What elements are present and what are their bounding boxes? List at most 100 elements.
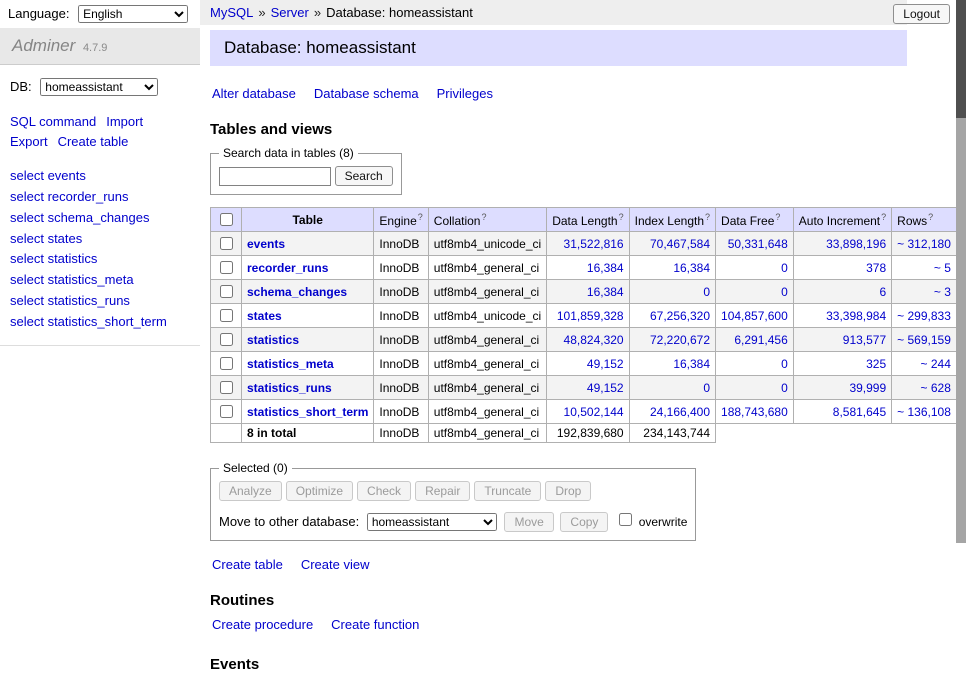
link-create-function[interactable]: Create function [331,617,419,632]
collation-cell: utf8mb4_general_ci [428,352,546,376]
row-select-cell [211,280,242,304]
bulk-truncate-button[interactable]: Truncate [474,481,541,501]
overwrite-label[interactable]: overwrite [639,515,688,529]
auto-increment-cell: 8,581,645 [793,400,891,424]
move-row: Move to other database: homeassistant Mo… [219,510,687,532]
breadcrumb-link-server[interactable]: Server [271,5,309,20]
table-link-statistics-short-term[interactable]: statistics_short_term [247,405,368,419]
auto-increment-cell: 39,999 [793,376,891,400]
column-header-rows: Rows? [892,208,957,232]
auto-increment-cell: 6 [793,280,891,304]
row-checkbox[interactable] [220,381,233,394]
sidebar-select-statistics-short-term[interactable]: select statistics_short_term [10,314,167,329]
table-link-schema-changes[interactable]: schema_changes [247,285,347,299]
table-link-states[interactable]: states [247,309,282,323]
collation-cell: utf8mb4_general_ci [428,328,546,352]
sidebar-select-states[interactable]: select states [10,231,82,246]
sidebar-select-events[interactable]: select events [10,168,86,183]
table-link-events[interactable]: events [247,237,285,251]
copy-button[interactable]: Copy [560,512,608,532]
collation-cell: utf8mb4_general_ci [428,280,546,304]
bulk-drop-button[interactable]: Drop [545,481,591,501]
search-fieldset: Search data in tables (8) Search [210,146,402,195]
data-free-cell: 6,291,456 [716,328,794,352]
bulk-optimize-button[interactable]: Optimize [286,481,353,501]
row-select-cell [211,376,242,400]
index-length-cell: 72,220,672 [629,328,715,352]
table-name-cell: statistics_runs [242,376,374,400]
language-label: Language: [8,6,69,21]
row-checkbox[interactable] [220,405,233,418]
logout-button[interactable]: Logout [893,4,950,24]
row-select-cell [211,328,242,352]
bulk-repair-button[interactable]: Repair [415,481,470,501]
link-create-procedure[interactable]: Create procedure [212,617,313,632]
help-icon[interactable]: ? [881,212,886,222]
data-length-cell: 16,384 [547,256,629,280]
sidebar-select-recorder-runs[interactable]: select recorder_runs [10,189,129,204]
row-select-cell [211,232,242,256]
row-checkbox[interactable] [220,309,233,322]
help-icon[interactable]: ? [619,212,624,222]
column-header-engine: Engine? [374,208,428,232]
column-header-table: Table [242,208,374,232]
index-length-cell: 67,256,320 [629,304,715,328]
bulk-check-button[interactable]: Check [357,481,411,501]
column-header-data-free: Data Free? [716,208,794,232]
tables-table: TableEngine?Collation?Data Length?Index … [210,207,966,443]
overwrite-checkbox[interactable] [619,513,632,526]
help-icon[interactable]: ? [775,212,780,222]
table-link-statistics[interactable]: statistics [247,333,299,347]
search-input[interactable] [219,167,331,186]
page-title: Database: homeassistant [210,30,907,66]
help-icon[interactable]: ? [481,212,486,222]
table-total-row: 8 in totalInnoDButf8mb4_general_ci192,83… [211,424,966,443]
db-select[interactable]: homeassistant [40,78,158,96]
link-privileges[interactable]: Privileges [437,86,493,101]
sidebar-tables: select events select recorder_runsselect … [0,154,200,345]
help-icon[interactable]: ? [705,212,710,222]
index-length-cell: 24,166,400 [629,400,715,424]
bulk-analyze-button[interactable]: Analyze [219,481,282,501]
total-collation-cell: utf8mb4_general_ci [428,424,546,443]
sidebar-action-create-table[interactable]: Create table [58,134,129,149]
row-checkbox[interactable] [220,285,233,298]
sidebar-select-statistics-runs[interactable]: select statistics_runs [10,293,130,308]
search-button[interactable]: Search [335,166,393,186]
language-select[interactable]: English [78,5,188,23]
scrollbar-thumb[interactable] [956,0,966,118]
selected-legend: Selected (0) [219,461,292,475]
link-create-view[interactable]: Create view [301,557,370,572]
table-link-statistics-runs[interactable]: statistics_runs [247,381,332,395]
sidebar-action-import[interactable]: Import [106,114,143,129]
sidebar-action-export[interactable]: Export [10,134,48,149]
link-database-schema[interactable]: Database schema [314,86,419,101]
row-checkbox[interactable] [220,357,233,370]
row-checkbox[interactable] [220,237,233,250]
auto-increment-cell: 33,398,984 [793,304,891,328]
move-db-select[interactable]: homeassistant [367,513,497,531]
data-length-cell: 49,152 [547,352,629,376]
total-engine-cell: InnoDB [374,424,428,443]
auto-increment-cell: 33,898,196 [793,232,891,256]
help-icon[interactable]: ? [418,212,423,222]
help-icon[interactable]: ? [928,212,933,222]
link-alter-database[interactable]: Alter database [212,86,296,101]
row-checkbox[interactable] [220,333,233,346]
sidebar-action-sql-command[interactable]: SQL command [10,114,96,129]
sidebar-select-schema-changes[interactable]: select schema_changes [10,210,149,225]
row-checkbox[interactable] [220,261,233,274]
sidebar-select-statistics[interactable]: select statistics [10,251,97,266]
breadcrumb-link-mysql[interactable]: MySQL [210,5,253,20]
table-link-recorder-runs[interactable]: recorder_runs [247,261,328,275]
adminer-logo[interactable]: Adminer [12,36,75,55]
move-button[interactable]: Move [504,512,553,532]
link-create-table[interactable]: Create table [212,557,283,572]
sidebar-select-statistics-meta[interactable]: select statistics_meta [10,272,134,287]
engine-cell: InnoDB [374,376,428,400]
select-all-checkbox[interactable] [220,213,233,226]
scrollbar[interactable] [956,0,966,543]
collation-cell: utf8mb4_general_ci [428,376,546,400]
table-row: recorder_runsInnoDButf8mb4_general_ci16,… [211,256,966,280]
table-link-statistics-meta[interactable]: statistics_meta [247,357,334,371]
